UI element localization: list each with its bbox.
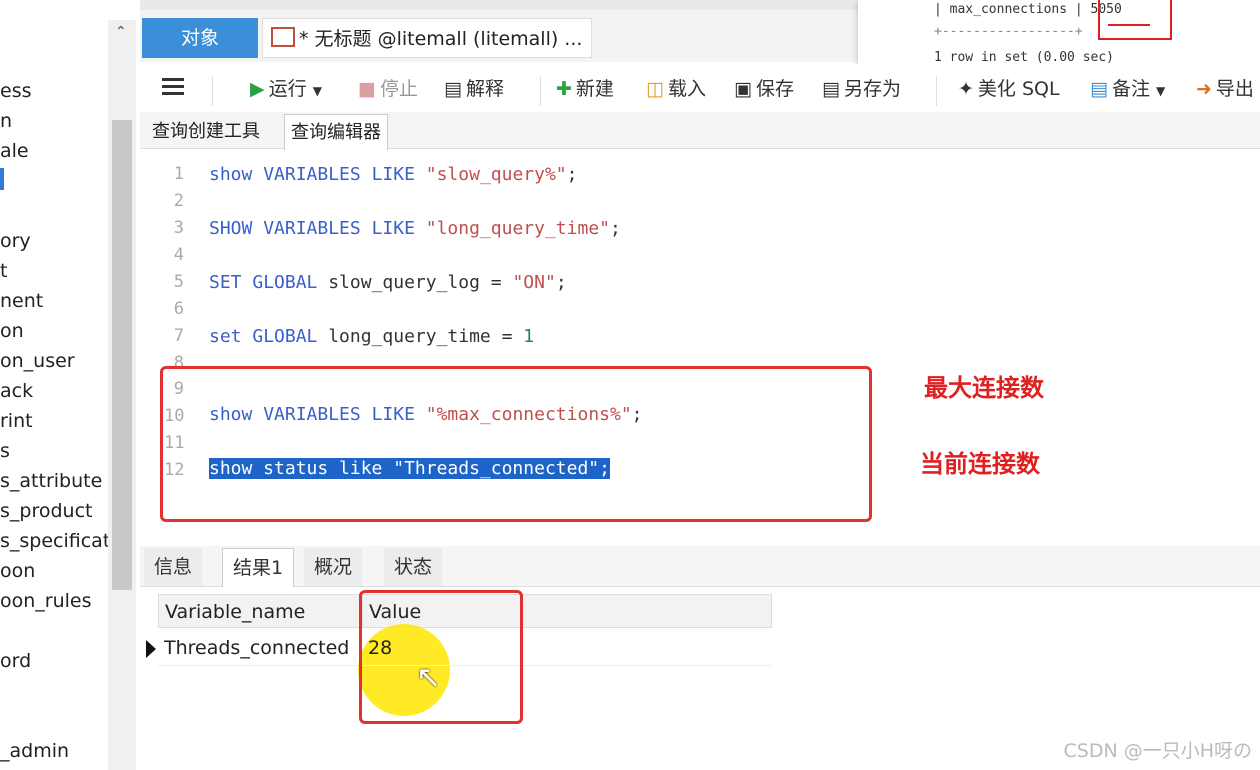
scrollbar-thumb[interactable] [112, 120, 132, 590]
terminal-snippet: | max_connections | 5050 +--------------… [858, 0, 1260, 72]
dropdown-icon[interactable]: ▼ [1156, 84, 1165, 98]
line-number: 3 [173, 218, 184, 238]
new-button[interactable]: ✚ 新建 [556, 74, 614, 101]
tree-item[interactable]: ord [0, 650, 31, 672]
annotation-current-connections: 当前连接数 [920, 450, 1040, 478]
comment-icon: ▤ [1090, 78, 1108, 100]
column-header[interactable]: Variable_name [158, 594, 362, 628]
run-button[interactable]: ▶ 运行 ▼ [250, 74, 322, 101]
tree-item[interactable]: n [0, 110, 12, 132]
explain-button[interactable]: ▤ 解释 [444, 74, 504, 101]
terminal-line: 1 row in set (0.00 sec) [934, 50, 1115, 65]
tree-item[interactable]: _admin [0, 740, 69, 762]
table-icon [271, 27, 295, 47]
selection-indicator [0, 168, 4, 190]
current-row-icon [146, 640, 156, 658]
tab-profile[interactable]: 概况 [304, 548, 363, 586]
stop-button[interactable]: ■ 停止 [358, 74, 418, 101]
dropdown-icon[interactable]: ▼ [313, 84, 322, 98]
terminal-highlight-box [1098, 0, 1172, 40]
tree-item[interactable]: s_product [0, 500, 92, 522]
beautify-label: 美化 SQL [977, 78, 1060, 100]
annotation-max-connections: 最大连接数 [924, 374, 1044, 402]
toolbar-separator [540, 76, 541, 106]
tree-item[interactable]: s [0, 440, 10, 462]
watermark: CSDN @一只小H呀の [1063, 740, 1253, 762]
menu-icon[interactable] [162, 74, 184, 99]
tree-item[interactable]: ale [0, 140, 29, 162]
wand-icon: ✦ [958, 78, 974, 100]
save-as-label: 另存为 [843, 78, 901, 100]
tab-query-builder[interactable]: 查询创建工具 [146, 114, 266, 150]
toolbar-separator [936, 76, 937, 106]
tab-status[interactable]: 状态 [384, 548, 443, 586]
scroll-up-icon[interactable]: ⌃ [115, 24, 127, 40]
save-icon: ▣ [734, 78, 752, 100]
export-label: 导出 [1215, 78, 1254, 100]
terminal-line: | max_connections | 5050 [934, 2, 1122, 17]
tab-query[interactable]: * 无标题 @litemall (litemall) ... [262, 18, 592, 58]
tab-query-label: * 无标题 @litemall (litemall) ... [299, 28, 583, 50]
sidebar-scrollbar[interactable]: ⌃ [108, 20, 136, 770]
beautify-button[interactable]: ✦ 美化 SQL [958, 74, 1060, 101]
comment-label: 备注 [1111, 78, 1150, 100]
code-line-3[interactable]: SHOW VARIABLES LIKE "long_query_time"; [209, 218, 621, 239]
explain-label: 解释 [465, 78, 504, 100]
tree-item[interactable]: s_attribute [0, 470, 102, 492]
tab-info[interactable]: 信息 [144, 548, 203, 586]
load-button[interactable]: ◫ 载入 [646, 74, 706, 101]
run-label: 运行 [268, 78, 307, 100]
save-as-icon: ▤ [822, 78, 840, 100]
tab-result1[interactable]: 结果1 [222, 548, 295, 587]
tree-item[interactable]: nent [0, 290, 43, 312]
tree-item[interactable]: ory [0, 230, 31, 252]
save-as-button[interactable]: ▤ 另存为 [822, 74, 901, 101]
new-query-icon: ✚ [556, 78, 572, 100]
tree-item[interactable]: oon_rules [0, 590, 92, 612]
line-number: 6 [173, 299, 184, 319]
tab-objects[interactable]: 对象 [142, 18, 258, 58]
code-line-1[interactable]: show VARIABLES LIKE "slow_query%"; [209, 164, 577, 185]
mouse-cursor-icon: ↖ [416, 660, 442, 695]
toolbar-separator [212, 76, 213, 106]
top-strip [140, 0, 860, 10]
load-label: 载入 [667, 78, 706, 100]
stop-icon: ■ [358, 78, 376, 100]
export-icon: ➜ [1196, 78, 1212, 100]
code-line-5[interactable]: SET GLOBAL slow_query_log = "ON"; [209, 272, 567, 293]
tree-item[interactable]: t [0, 260, 7, 282]
tree-item[interactable]: on_user [0, 350, 75, 372]
save-label: 保存 [755, 78, 794, 100]
line-number: 5 [173, 272, 184, 292]
line-number: 1 [173, 164, 184, 184]
tree-item[interactable]: on [0, 320, 24, 342]
terminal-underline [1108, 24, 1150, 26]
comment-button[interactable]: ▤ 备注 ▼ [1090, 74, 1165, 101]
annotation-highlight-box [160, 366, 872, 522]
tree-item[interactable]: oon [0, 560, 35, 582]
tree-item[interactable]: ess [0, 80, 32, 102]
terminal-line: +-----------------+ [934, 24, 1083, 39]
tree-item[interactable]: rint [0, 410, 33, 432]
save-button[interactable]: ▣ 保存 [734, 74, 794, 101]
export-button[interactable]: ➜ 导出 [1196, 74, 1254, 101]
stop-label: 停止 [379, 78, 418, 100]
line-number: 4 [173, 245, 184, 265]
line-number: 7 [173, 326, 184, 346]
object-tree: ess n ale ory t nent on on_user ack rint… [0, 0, 108, 770]
tree-item[interactable]: s_specificat [0, 530, 108, 552]
line-number: 2 [173, 191, 184, 211]
tab-query-editor[interactable]: 查询编辑器 [284, 114, 388, 151]
value-highlight-box [359, 590, 523, 724]
folder-icon: ◫ [646, 78, 664, 100]
code-line-7[interactable]: set GLOBAL long_query_time = 1 [209, 326, 534, 347]
play-icon: ▶ [250, 78, 265, 100]
new-label: 新建 [575, 78, 614, 100]
cell-variable-name[interactable]: Threads_connected [158, 630, 362, 666]
tree-item[interactable]: ack [0, 380, 33, 402]
explain-icon: ▤ [444, 78, 462, 100]
